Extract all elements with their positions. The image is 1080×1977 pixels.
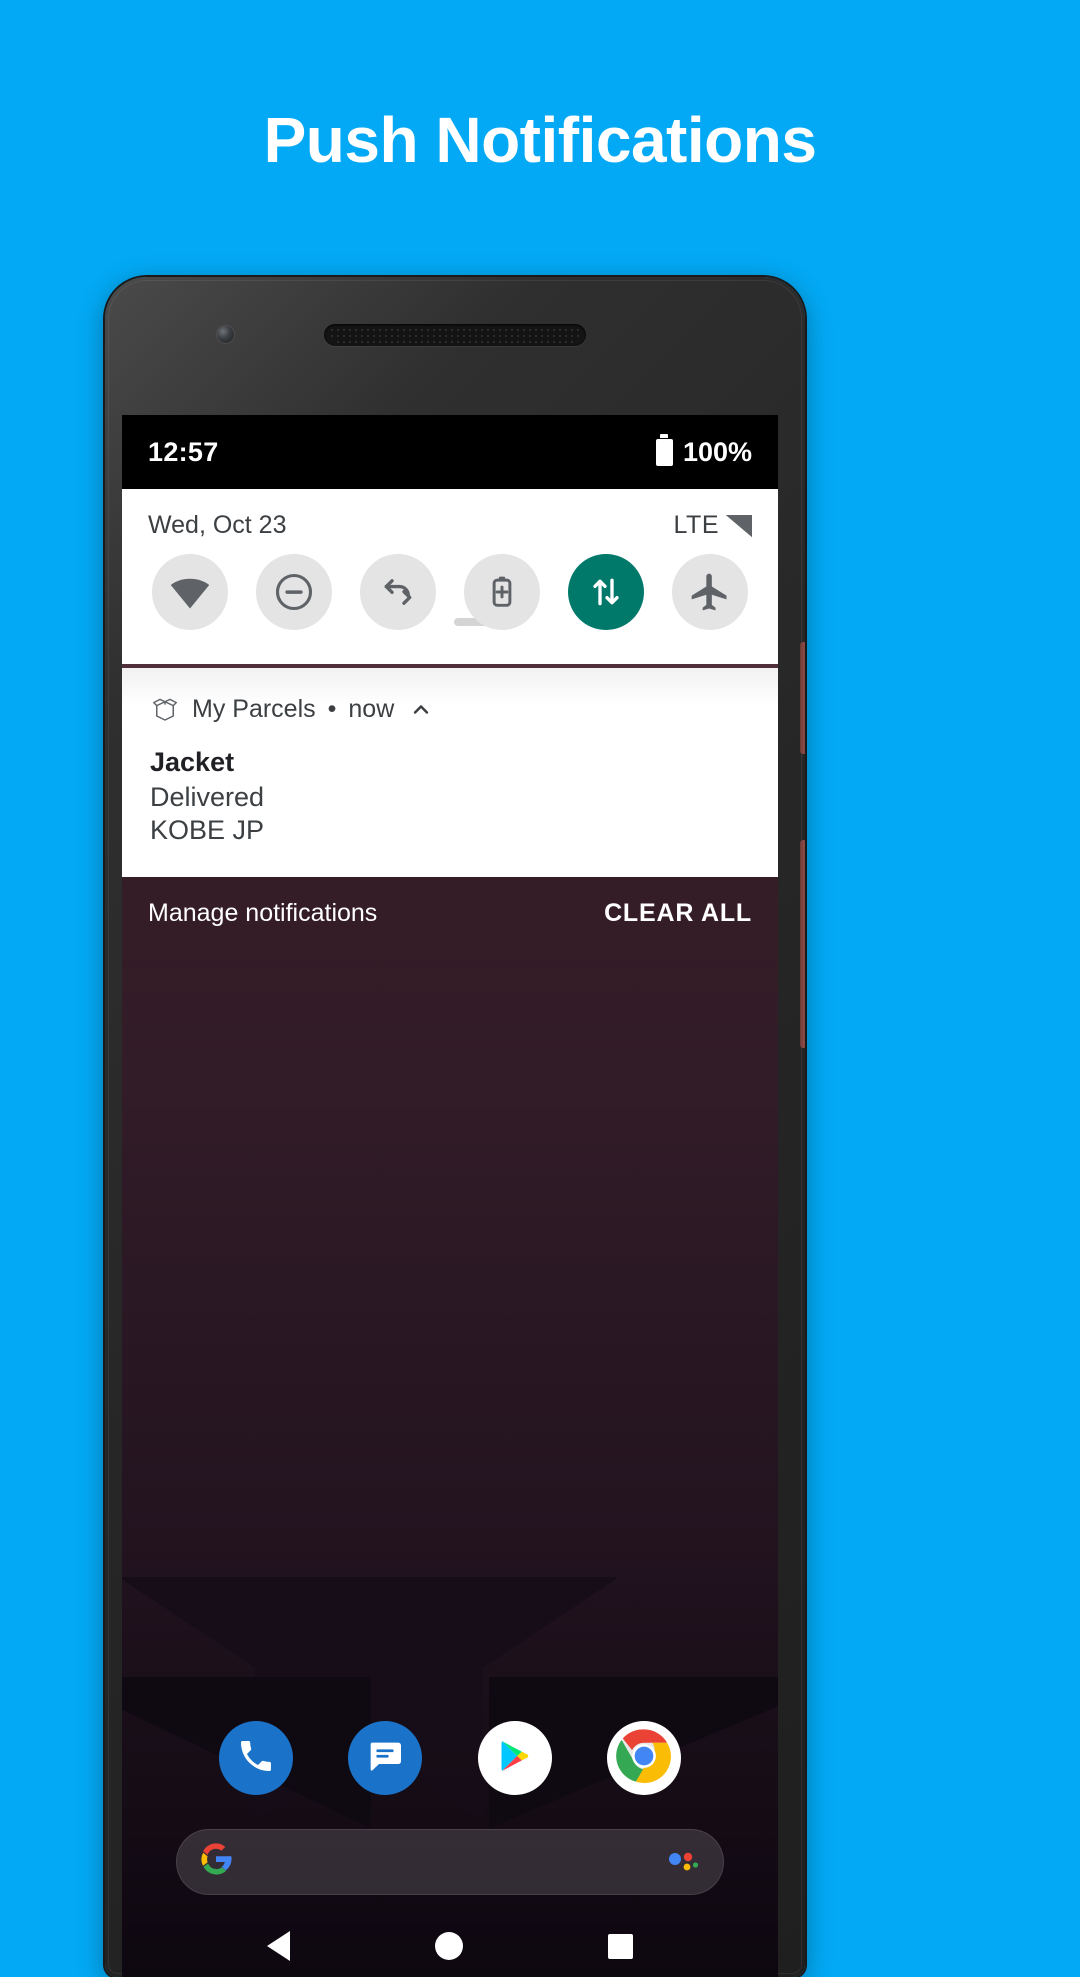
battery-percent-label: 100%: [682, 436, 752, 467]
notification-card[interactable]: My Parcels • now Jacket Delivered KOBE J…: [122, 668, 778, 877]
volume-button[interactable]: [800, 840, 805, 1048]
notification-time: now: [348, 694, 395, 723]
notification-separator: •: [327, 694, 337, 723]
auto-rotate-icon: [377, 571, 419, 613]
status-bar-right-icons: 100%: [655, 436, 752, 468]
auto-rotate-tile[interactable]: [360, 554, 498, 630]
do-not-disturb-icon: [272, 570, 316, 614]
phone-screen: 12:57 100% Wed, Oct 23 LTE My Parcels • …: [122, 415, 778, 1977]
manage-notifications-button[interactable]: Manage notifications: [148, 899, 377, 928]
quick-settings-date: Wed, Oct 23: [148, 511, 287, 539]
wifi-icon: [168, 570, 212, 614]
power-button[interactable]: [800, 642, 805, 754]
quick-settings-panel: Wed, Oct 23 LTE: [122, 489, 778, 664]
home-circle-icon[interactable]: [435, 1932, 463, 1960]
navigation-bar: [122, 1915, 778, 1977]
notification-title: Jacket: [150, 747, 235, 777]
back-triangle-icon[interactable]: [267, 1931, 290, 1961]
quick-settings-header: Wed, Oct 23 LTE: [122, 489, 778, 540]
notification-shade-scrim: [122, 871, 778, 1977]
notification-status: Delivered: [150, 781, 265, 812]
battery-saver-tile[interactable]: [464, 554, 540, 630]
airplane-mode-tile[interactable]: [672, 554, 748, 630]
quick-settings-tiles: [122, 540, 778, 630]
airplane-icon: [688, 570, 732, 614]
network-type-label: LTE: [673, 511, 719, 539]
notification-location: KOBE JP: [150, 814, 265, 845]
front-camera-icon: [217, 326, 234, 343]
phone-device-frame: 12:57 100% Wed, Oct 23 LTE My Parcels • …: [105, 277, 805, 1977]
shade-actions-row: Manage notifications CLEAR ALL: [122, 885, 778, 941]
do-not-disturb-tile[interactable]: [256, 554, 332, 630]
battery-full-icon: [655, 438, 673, 466]
wifi-tile[interactable]: [152, 554, 228, 630]
page-title: Push Notifications: [263, 104, 817, 176]
status-bar-clock: 12:57: [148, 436, 219, 467]
chevron-up-icon[interactable]: [408, 696, 434, 722]
data-transfer-icon: [586, 572, 626, 612]
status-bar: 12:57 100%: [122, 415, 778, 489]
parcel-box-icon: [150, 694, 180, 724]
notification-app-name: My Parcels: [192, 694, 316, 723]
signal-bars-icon: [726, 514, 752, 537]
earpiece-speaker: [324, 324, 586, 346]
battery-saver-icon: [481, 571, 523, 613]
recents-square-icon[interactable]: [608, 1933, 633, 1959]
notification-header: My Parcels • now: [150, 694, 750, 724]
quick-settings-status: LTE: [673, 511, 752, 540]
mobile-data-tile[interactable]: [568, 554, 644, 630]
clear-all-button[interactable]: CLEAR ALL: [604, 899, 752, 928]
